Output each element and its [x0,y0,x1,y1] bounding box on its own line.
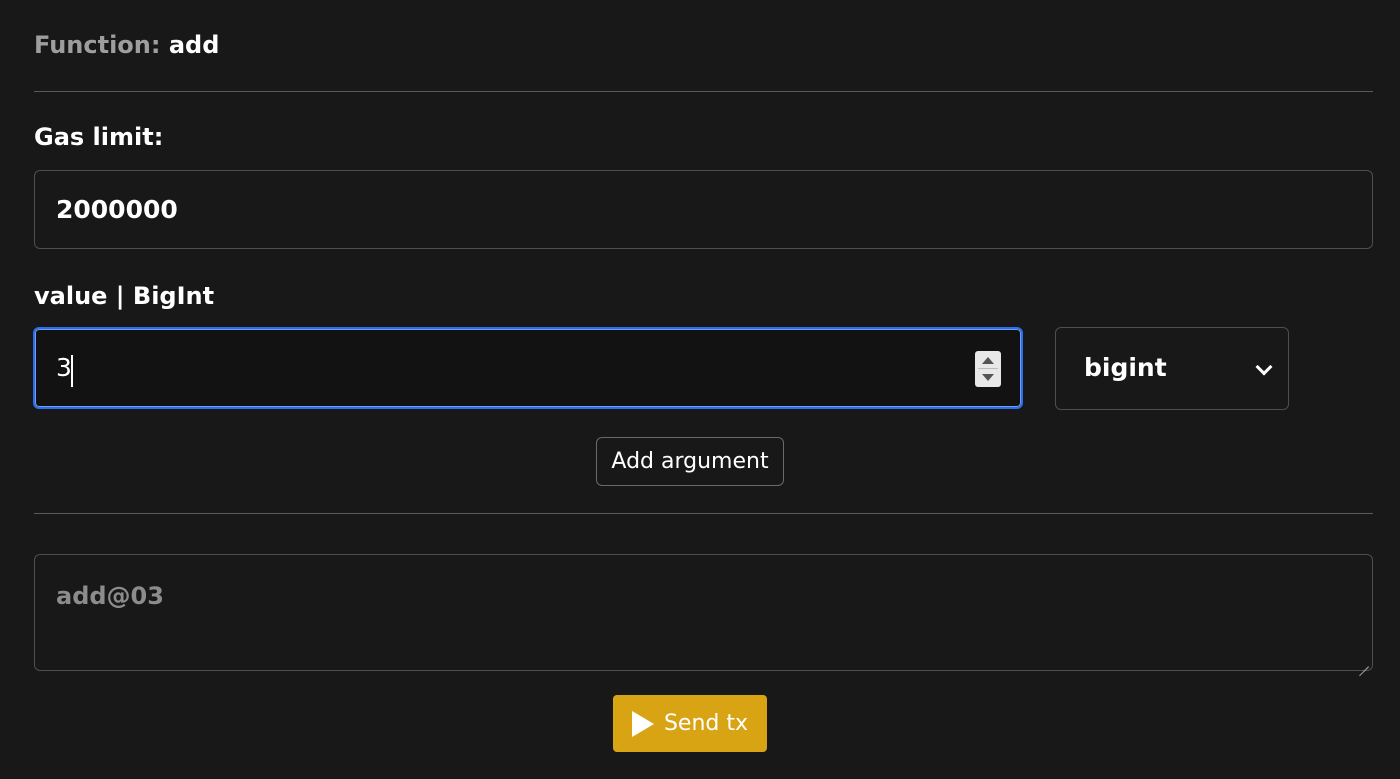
spinner-up-icon[interactable] [982,357,994,364]
function-label: Function: [34,31,161,59]
chevron-down-icon [1255,358,1273,376]
argument-label: value | BigInt [34,282,215,310]
text-caret [71,355,73,387]
divider [34,91,1373,92]
spinner-down-icon[interactable] [982,374,994,381]
gas-limit-input[interactable]: 2000000 [34,170,1373,249]
tx-data-placeholder: add@03 [56,582,164,610]
tx-data-textarea[interactable]: add@03 [34,554,1373,671]
argument-type-select[interactable]: bigint [1055,327,1289,410]
gas-limit-label: Gas limit: [34,123,164,151]
argument-type-value: bigint [1084,353,1167,382]
contract-call-form: Function: add Gas limit: 2000000 value |… [0,0,1400,779]
function-name: add [168,31,220,59]
spinner-icon[interactable] [975,351,1001,387]
divider [34,513,1373,514]
function-title: Function: add [34,30,219,60]
resize-handle-icon[interactable] [1359,657,1369,667]
argument-value-input[interactable]: 3 [33,327,1023,409]
send-tx-label: Send tx [663,710,749,736]
gas-limit-value: 2000000 [56,195,178,224]
play-icon [631,710,654,737]
add-argument-button[interactable]: Add argument [596,437,784,486]
send-tx-button[interactable]: Send tx [613,695,767,752]
argument-value: 3 [56,353,72,382]
spinner-divider [978,368,998,369]
